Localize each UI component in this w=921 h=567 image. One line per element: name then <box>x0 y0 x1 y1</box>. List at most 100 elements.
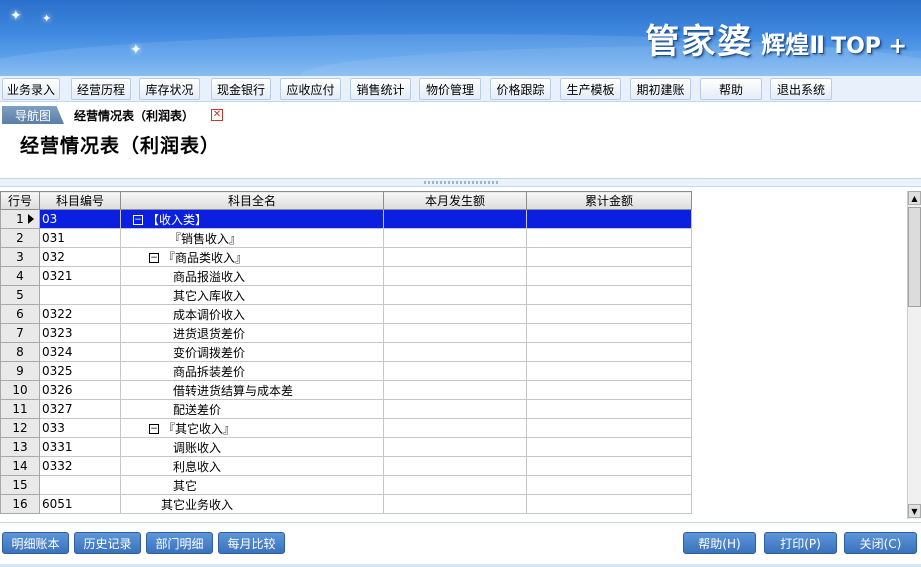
cell-code[interactable]: 0326 <box>39 380 121 400</box>
print-button[interactable]: 打印(P) <box>764 532 837 554</box>
col-header-month-amount[interactable]: 本月发生额 <box>383 191 527 210</box>
cell-code[interactable]: 0321 <box>39 266 121 286</box>
cell-code[interactable]: 0323 <box>39 323 121 343</box>
cell-code[interactable]: 03 <box>39 209 121 229</box>
cell-cumulative-amount[interactable] <box>526 456 692 476</box>
cell-full-name[interactable]: 成本调价收入 <box>120 304 384 324</box>
menu-exit-system[interactable]: 退出系统 <box>770 78 832 100</box>
scroll-down-icon[interactable]: ▼ <box>908 504 921 518</box>
cell-cumulative-amount[interactable] <box>526 475 692 495</box>
table-row[interactable]: 13 0331 调账收入 <box>0 437 692 457</box>
cell-month-amount[interactable] <box>383 285 527 305</box>
cell-full-name[interactable]: − 【收入类】 <box>120 209 384 229</box>
cell-month-amount[interactable] <box>383 304 527 324</box>
cell-month-amount[interactable] <box>383 228 527 248</box>
cell-month-amount[interactable] <box>383 266 527 286</box>
cell-full-name[interactable]: 进货退货差价 <box>120 323 384 343</box>
cell-code[interactable]: 032 <box>39 247 121 267</box>
department-detail-button[interactable]: 部门明细 <box>146 532 213 554</box>
cell-month-amount[interactable] <box>383 399 527 419</box>
scrollbar-thumb[interactable] <box>908 207 921 307</box>
cell-full-name[interactable]: 变价调拨差价 <box>120 342 384 362</box>
close-button[interactable]: 关闭(C) <box>844 532 917 554</box>
table-row[interactable]: 4 0321 商品报溢收入 <box>0 266 692 286</box>
table-row[interactable]: 11 0327 配送差价 <box>0 399 692 419</box>
menu-price-tracking[interactable]: 价格跟踪 <box>490 78 551 100</box>
menu-inventory-status[interactable]: 库存状况 <box>139 78 200 100</box>
tab-navigation[interactable]: 导航图 <box>2 106 64 124</box>
col-header-cumulative-amount[interactable]: 累计金额 <box>526 191 692 210</box>
menu-help[interactable]: 帮助 <box>700 78 762 100</box>
ledger-detail-button[interactable]: 明细账本 <box>2 532 69 554</box>
cell-month-amount[interactable] <box>383 475 527 495</box>
cell-cumulative-amount[interactable] <box>526 342 692 362</box>
cell-code[interactable]: 0324 <box>39 342 121 362</box>
cell-full-name[interactable]: 利息收入 <box>120 456 384 476</box>
cell-cumulative-amount[interactable] <box>526 266 692 286</box>
cell-month-amount[interactable] <box>383 209 527 229</box>
vertical-scrollbar[interactable]: ▲ ▼ <box>907 191 921 519</box>
cell-code[interactable]: 031 <box>39 228 121 248</box>
collapse-toggle-icon[interactable]: − <box>149 424 159 434</box>
col-header-code[interactable]: 科目编号 <box>39 191 121 210</box>
tab-profit-report[interactable]: 经营情况表（利润表） <box>74 107 194 123</box>
table-row[interactable]: 14 0332 利息收入 <box>0 456 692 476</box>
table-row[interactable]: 16 6051 其它业务收入 <box>0 494 692 514</box>
table-row[interactable]: 10 0326 借转进货结算与成本差 <box>0 380 692 400</box>
help-button[interactable]: 帮助(H) <box>683 532 756 554</box>
splitter-grip[interactable] <box>424 181 500 184</box>
cell-month-amount[interactable] <box>383 342 527 362</box>
cell-code[interactable]: 6051 <box>39 494 121 514</box>
table-row[interactable]: 6 0322 成本调价收入 <box>0 304 692 324</box>
cell-full-name[interactable]: 商品报溢收入 <box>120 266 384 286</box>
cell-full-name[interactable]: 商品拆装差价 <box>120 361 384 381</box>
col-header-full-name[interactable]: 科目全名 <box>120 191 384 210</box>
cell-code[interactable] <box>39 475 121 495</box>
cell-month-amount[interactable] <box>383 418 527 438</box>
menu-cash-bank[interactable]: 现金银行 <box>211 78 271 100</box>
cell-full-name[interactable]: 其它业务收入 <box>120 494 384 514</box>
cell-full-name[interactable]: 配送差价 <box>120 399 384 419</box>
col-header-row-no[interactable]: 行号 <box>0 191 40 210</box>
cell-cumulative-amount[interactable] <box>526 323 692 343</box>
cell-code[interactable]: 0331 <box>39 437 121 457</box>
menu-operation-history[interactable]: 经营历程 <box>71 78 131 100</box>
cell-month-amount[interactable] <box>383 494 527 514</box>
cell-full-name[interactable]: 『销售收入』 <box>120 228 384 248</box>
table-row[interactable]: 3 032− 『商品类收入』 <box>0 247 692 267</box>
table-row[interactable]: 9 0325 商品拆装差价 <box>0 361 692 381</box>
cell-full-name[interactable]: 其它入库收入 <box>120 285 384 305</box>
menu-business-entry[interactable]: 业务录入 <box>2 78 60 100</box>
cell-month-amount[interactable] <box>383 323 527 343</box>
cell-cumulative-amount[interactable] <box>526 399 692 419</box>
monthly-compare-button[interactable]: 每月比较 <box>218 532 285 554</box>
panel-splitter[interactable] <box>0 178 921 187</box>
table-row[interactable]: 1 03− 【收入类】 <box>0 209 692 229</box>
cell-code[interactable]: 0327 <box>39 399 121 419</box>
cell-cumulative-amount[interactable] <box>526 285 692 305</box>
cell-full-name[interactable]: − 『其它收入』 <box>120 418 384 438</box>
menu-receivables-payables[interactable]: 应收应付 <box>280 78 341 100</box>
cell-code[interactable] <box>39 285 121 305</box>
cell-code[interactable]: 0332 <box>39 456 121 476</box>
cell-month-amount[interactable] <box>383 456 527 476</box>
collapse-toggle-icon[interactable]: − <box>149 253 159 263</box>
cell-cumulative-amount[interactable] <box>526 247 692 267</box>
table-row[interactable]: 7 0323 进货退货差价 <box>0 323 692 343</box>
cell-full-name[interactable]: 其它 <box>120 475 384 495</box>
cell-full-name[interactable]: 借转进货结算与成本差 <box>120 380 384 400</box>
cell-code[interactable]: 033 <box>39 418 121 438</box>
table-row[interactable]: 8 0324 变价调拨差价 <box>0 342 692 362</box>
cell-full-name[interactable]: 调账收入 <box>120 437 384 457</box>
cell-month-amount[interactable] <box>383 380 527 400</box>
collapse-toggle-icon[interactable]: − <box>133 215 143 225</box>
cell-cumulative-amount[interactable] <box>526 304 692 324</box>
history-button[interactable]: 历史记录 <box>74 532 141 554</box>
menu-sales-statistics[interactable]: 销售统计 <box>350 78 411 100</box>
cell-month-amount[interactable] <box>383 247 527 267</box>
cell-cumulative-amount[interactable] <box>526 380 692 400</box>
cell-month-amount[interactable] <box>383 361 527 381</box>
cell-cumulative-amount[interactable] <box>526 494 692 514</box>
cell-cumulative-amount[interactable] <box>526 228 692 248</box>
cell-code[interactable]: 0322 <box>39 304 121 324</box>
